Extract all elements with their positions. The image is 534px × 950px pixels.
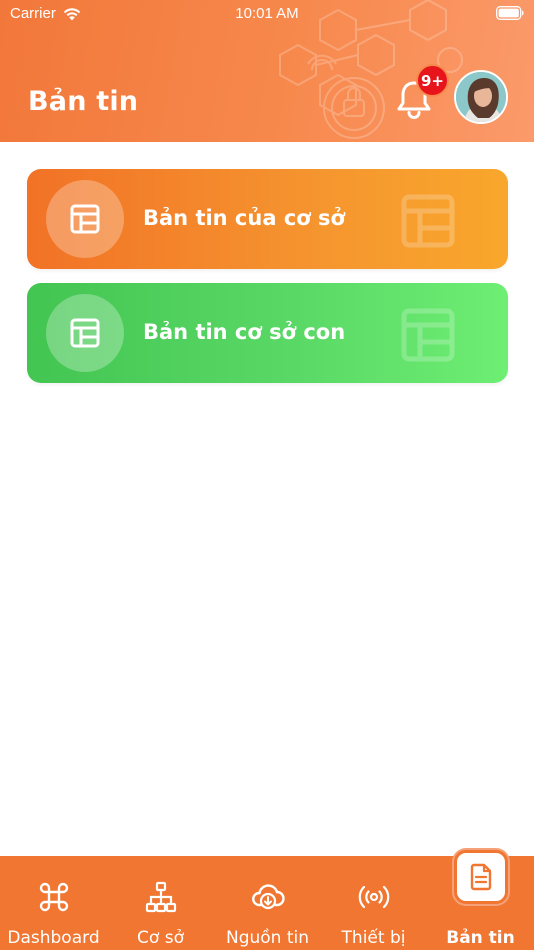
tab-facility[interactable]: Cơ sở [107, 856, 214, 950]
hierarchy-icon [145, 881, 176, 913]
newspaper-icon [70, 204, 100, 234]
newspaper-watermark-icon [401, 308, 455, 362]
tab-devices[interactable]: Thiết bị [320, 856, 427, 950]
newspaper-watermark-icon [401, 194, 455, 248]
card-news-of-facility[interactable]: Bản tin của cơ sở [27, 169, 508, 269]
page-title: Bản tin [28, 86, 139, 117]
avatar[interactable] [454, 70, 508, 124]
cloud-download-icon [251, 884, 285, 910]
card-label: Bản tin cơ sở con [143, 320, 346, 344]
tab-dashboard[interactable]: Dashboard [0, 856, 107, 950]
tab-label: Thiết bị [341, 928, 406, 948]
broadcast-icon [358, 885, 389, 909]
card-label: Bản tin của cơ sở [143, 206, 345, 230]
notification-badge: 9+ [416, 64, 449, 97]
card-news-of-sub-facility[interactable]: Bản tin cơ sở con [27, 283, 508, 383]
document-icon [470, 863, 492, 891]
card-icon-circle [46, 180, 124, 258]
tab-news-source[interactable]: Nguồn tin [214, 856, 321, 950]
newspaper-icon [70, 318, 100, 348]
command-icon [39, 882, 68, 912]
tab-label: Nguồn tin [225, 928, 310, 948]
tab-news-active-icon-box[interactable] [454, 850, 508, 904]
tab-label: Cơ sở [137, 928, 184, 948]
tab-label: Bản tin [446, 928, 515, 948]
card-icon-circle [46, 294, 124, 372]
tab-label: Dashboard [7, 928, 100, 948]
app-header: Carrier 10:01 AM Bản tin 9+ [0, 0, 534, 142]
